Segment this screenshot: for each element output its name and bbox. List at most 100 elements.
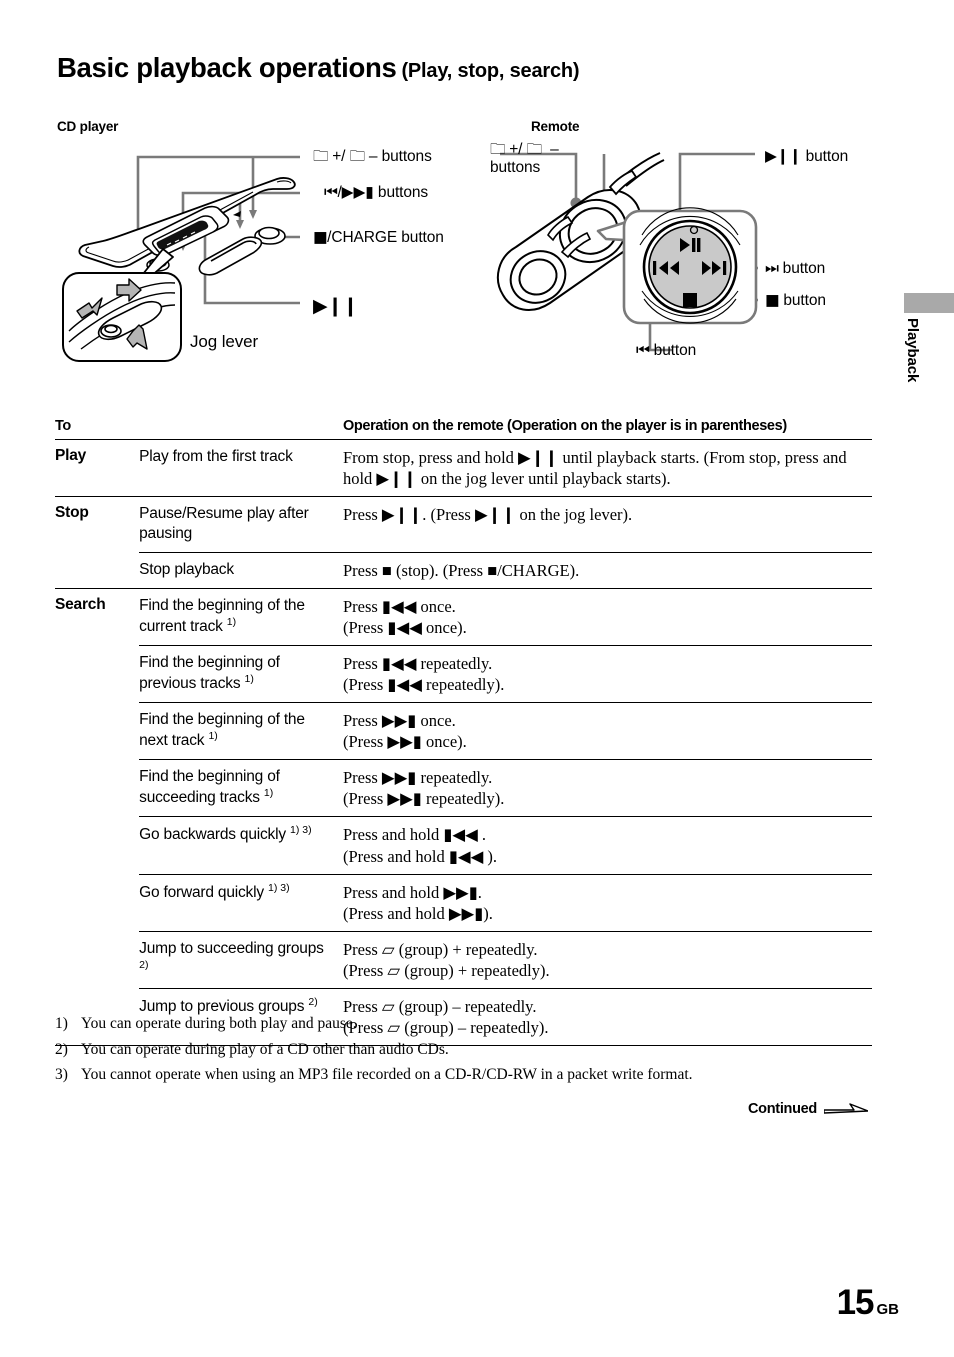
caption-cd-player: CD player xyxy=(57,119,119,134)
operation-line: Press ▶❙❙. (Press ▶❙❙ on the jog lever). xyxy=(342,505,633,525)
table-cell-category: Search xyxy=(55,587,140,646)
label-play-pause-button-remote: ▶❙❙ button xyxy=(765,147,849,165)
footnote-ref: 1) xyxy=(208,730,218,743)
label-stop-button-remote: ■ button xyxy=(765,291,826,309)
table-cell-description: Jump to succeeding groups 2) xyxy=(139,930,343,989)
table-header-row: To Operation on the remote (Operation on… xyxy=(55,416,872,440)
operation-line: Press and hold ▮◀◀ . xyxy=(342,825,487,845)
footnote-ref: 2) xyxy=(139,959,149,972)
page-title-main: Basic playback operations xyxy=(57,52,397,83)
table-row: Find the beginning of succeeding tracks … xyxy=(55,759,872,817)
stop-icon: ■ xyxy=(765,291,780,309)
operations-table: To Operation on the remote (Operation on… xyxy=(55,416,872,1047)
table-cell-category xyxy=(55,931,139,988)
footnote-text: You can operate during play of a CD othe… xyxy=(81,1040,449,1058)
operation-line: Press and hold ▶▶▮. xyxy=(342,882,482,902)
caption-remote: Remote xyxy=(531,119,580,134)
operation-line: (Press and hold ▮◀◀ ). xyxy=(342,846,498,866)
footnote-number: 1) xyxy=(55,1015,68,1032)
footnote-text: You cannot operate when using an MP3 fil… xyxy=(81,1066,693,1083)
footnote-item: 3) You cannot operate when using an MP3 f… xyxy=(55,1067,885,1083)
table-row: Play Play from the first track From stop, … xyxy=(55,440,872,497)
manual-page: Basic playback operations (Play, stop, se… xyxy=(0,0,954,1357)
table-cell-category xyxy=(55,760,139,817)
footnote-ref: 1) 3) xyxy=(268,881,290,894)
cd-player-illustration xyxy=(62,155,300,362)
label-skip-buttons-cd: ⏮/▶▶▮ buttons xyxy=(324,183,429,201)
table-cell-operation: Press ■ (stop). (Press ■/CHARGE). xyxy=(342,551,872,589)
footnote-item: 2) You can operate during play of a CD ot… xyxy=(55,1040,885,1058)
table-row: Stop playback Press ■ (stop). (Press ■/CH… xyxy=(55,551,872,589)
table-cell-category xyxy=(55,817,139,874)
operation-line: Press ▮◀◀ once. xyxy=(342,596,456,616)
table-row: Go forward quickly 1) 3) Press and hold ▶… xyxy=(55,873,872,932)
table-cell-description: Stop playback xyxy=(139,551,343,589)
table-row: Search Find the beginning of the current … xyxy=(55,587,872,646)
operation-line: Press ▱ (group) + repeatedly. xyxy=(342,939,538,959)
label-prev-button-remote: ⏮ button xyxy=(636,341,697,359)
section-tab-bar xyxy=(904,293,954,313)
folder-icon: 🗀 xyxy=(526,140,543,158)
table-cell-description: Go forward quickly 1) 3) xyxy=(139,873,343,932)
operation-line: (Press ▮◀◀ once). xyxy=(342,617,467,637)
table-cell-operation: Press ▶❙❙. (Press ▶❙❙ on the jog lever). xyxy=(342,496,872,552)
table-cell-description: Find the beginning of succeeding tracks … xyxy=(139,759,343,817)
footnotes: 1) You can operate during both play and p… xyxy=(55,1016,885,1093)
footnote-text: You can operate during both play and pau… xyxy=(81,1015,357,1032)
table-cell-operation: Press and hold ▮◀◀ . (Press and hold ▮◀◀ … xyxy=(342,816,872,875)
table-cell-category xyxy=(55,645,139,702)
table-cell-description: Play from the first track xyxy=(139,448,293,465)
label-play-pause-cd: ▶❙❙ xyxy=(313,295,358,318)
table-cell-category: Stop xyxy=(55,496,140,552)
continued-marker: Continued xyxy=(748,1101,868,1117)
operation-line: Press ■ (stop). (Press ■/CHARGE). xyxy=(342,560,580,580)
page-number: 15 GB xyxy=(837,1283,899,1323)
footnote-ref: 1) xyxy=(226,615,237,628)
folder-icon: 🗀 xyxy=(349,147,366,165)
table-row: Find the beginning of the next track 1) P… xyxy=(55,702,872,760)
operation-line: Press ▱ (group) – repeatedly. xyxy=(342,997,537,1017)
table-cell-operation: Press ▮◀◀ repeatedly. (Press ▮◀◀ repeated… xyxy=(342,644,872,703)
footnote-ref: 1) xyxy=(244,672,254,685)
section-tab-label: Playback xyxy=(904,318,921,383)
label-stop-charge-button: ■/CHARGE button xyxy=(313,228,444,246)
table-cell-operation: Press ▮◀◀ once. (Press ▮◀◀ once). xyxy=(342,587,872,646)
stop-icon: ■ xyxy=(313,228,328,246)
play-pause-icon: ▶❙❙ xyxy=(765,147,802,165)
page-title-sub: (Play, stop, search) xyxy=(401,60,580,82)
table-row: Find the beginning of previous tracks 1)… xyxy=(55,644,872,703)
table-cell-operation: Press ▱ (group) + repeatedly. (Press ▱ (g… xyxy=(342,930,872,989)
operation-line: Press ▮◀◀ repeatedly. xyxy=(342,653,493,673)
label-jog-lever: Jog lever xyxy=(190,332,259,351)
diagram-area: 🗀 +/ 🗀 – buttons ⏮/▶▶▮ buttons ■/CHARGE … xyxy=(0,135,954,390)
table-cell-description: Go backwards quickly 1) 3) xyxy=(139,816,343,875)
prev-track-icon: ⏮ xyxy=(636,341,650,359)
folder-icon: 🗀 xyxy=(490,140,506,158)
folder-icon: 🗀 xyxy=(313,147,329,165)
footnote-ref: 2) xyxy=(308,996,318,1009)
table-row: Jump to succeeding groups 2) Press ▱ (gro… xyxy=(55,930,872,989)
next-track-icon: ⏭ xyxy=(765,259,779,277)
operation-line: Press ▶▶▮ once. xyxy=(342,711,456,731)
footnote-number: 2) xyxy=(55,1040,68,1058)
label-group-buttons-cd: 🗀 +/ 🗀 – buttons xyxy=(313,147,432,165)
operation-line: (Press and hold ▶▶▮). xyxy=(342,903,493,923)
table-cell-description: Find the beginning of the next track 1) xyxy=(139,702,343,760)
table-cell-description: Find the beginning of the current track … xyxy=(139,587,343,646)
page-region-code: GB xyxy=(876,1301,900,1318)
footnote-ref: 1) xyxy=(263,787,274,800)
footnote-item: 1) You can operate during both play and p… xyxy=(55,1016,885,1032)
table-cell-description: Find the beginning of previous tracks 1) xyxy=(139,644,343,703)
table-cell-category: Play xyxy=(55,447,87,464)
continued-arrow-icon xyxy=(823,1103,868,1114)
continued-label: Continued xyxy=(748,1101,817,1117)
table-cell-description: Pause/Resume play after pausing xyxy=(139,496,343,552)
table-header-col3: Operation on the remote (Operation on th… xyxy=(342,416,872,440)
page-number-value: 15 xyxy=(836,1283,875,1322)
table-row: Stop Pause/Resume play after pausing Press… xyxy=(55,496,872,552)
operation-line: From stop, press and hold ▶❙❙ until play… xyxy=(342,448,847,489)
footnote-number: 3) xyxy=(55,1066,68,1083)
prev-track-icon: ⏮ xyxy=(324,183,338,201)
label-next-button-remote: ⏭ button xyxy=(765,259,826,277)
table-cell-category xyxy=(55,552,139,588)
